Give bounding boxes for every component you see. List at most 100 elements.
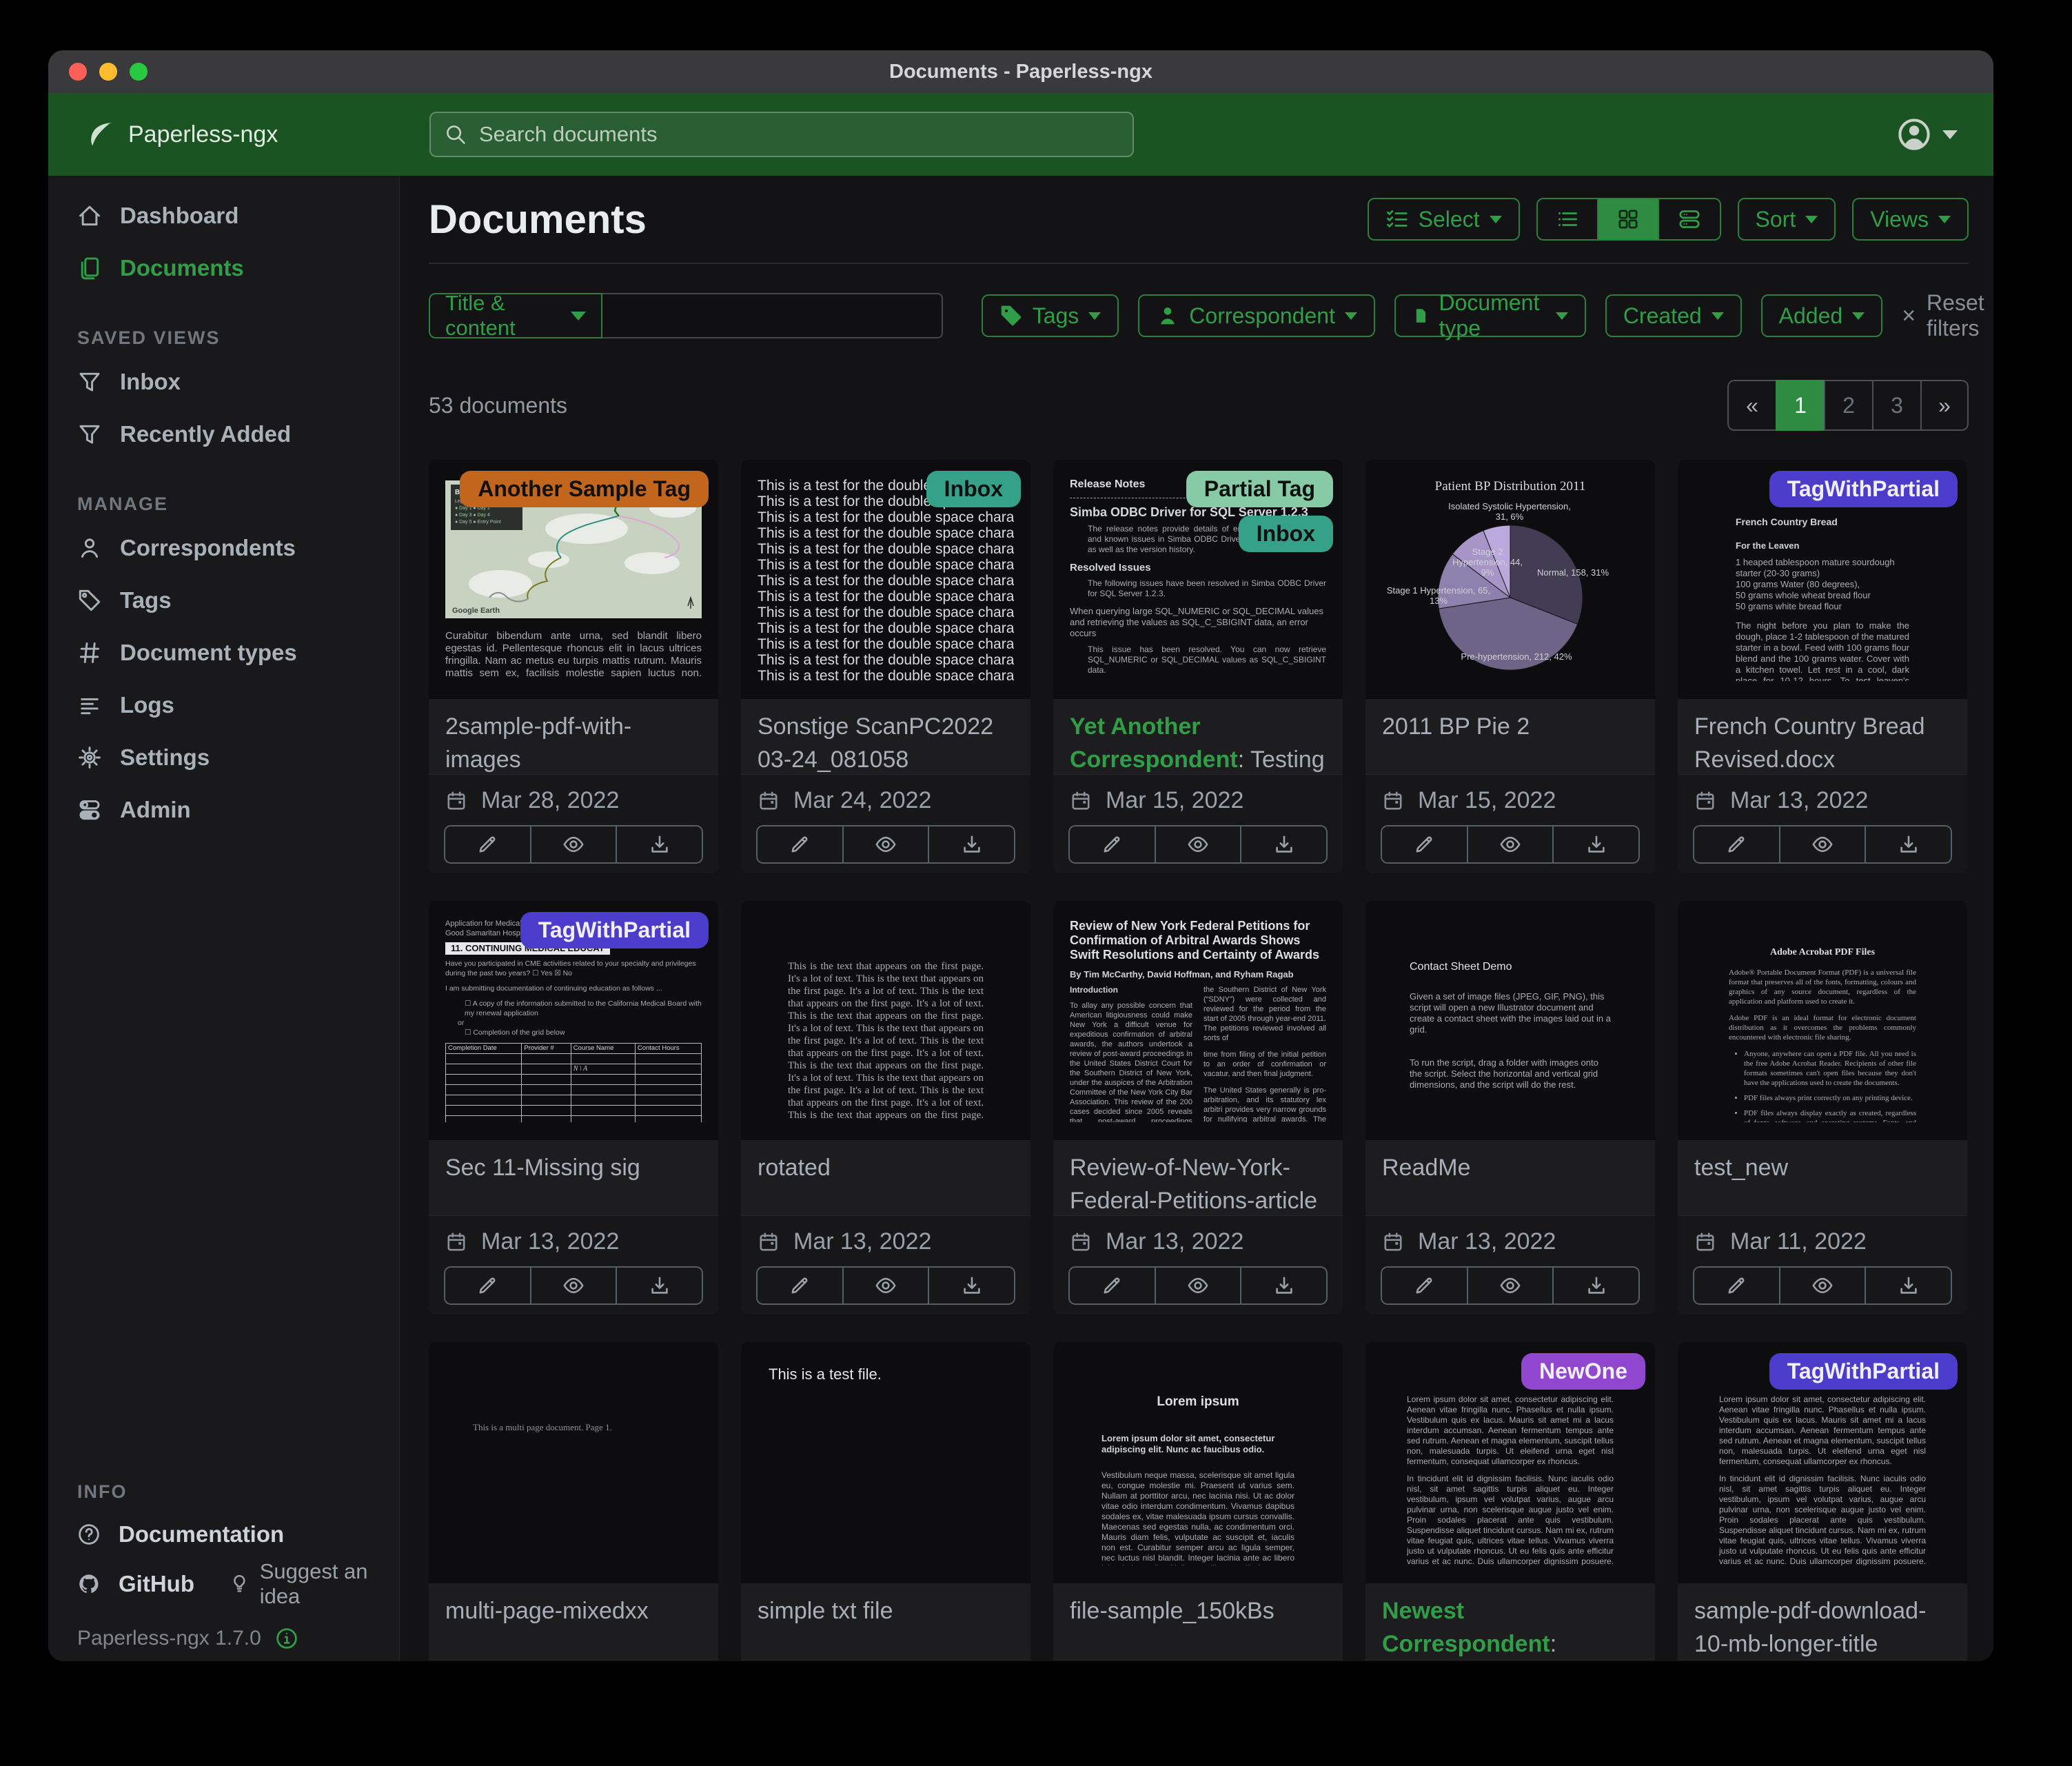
- download-document-button[interactable]: [1865, 1266, 1952, 1305]
- view-document-button[interactable]: [1467, 1266, 1553, 1305]
- view-document-button[interactable]: [1155, 825, 1241, 864]
- search-input[interactable]: [478, 121, 1119, 148]
- tag-badge[interactable]: TagWithPartial: [1769, 1353, 1958, 1390]
- list-view-button[interactable]: [1538, 199, 1598, 239]
- edit-document-button[interactable]: [1381, 1266, 1467, 1305]
- document-thumbnail[interactable]: French Country BreadFor the Leaven1 heap…: [1678, 460, 1967, 699]
- document-thumbnail[interactable]: Lorem ipsum Lorem ipsum dolor sit amet, …: [1053, 1342, 1343, 1583]
- document-title[interactable]: simple txt file: [741, 1583, 1030, 1659]
- edit-document-button[interactable]: [756, 825, 842, 864]
- sidebar-item-settings[interactable]: Settings: [48, 731, 399, 784]
- view-document-button[interactable]: [530, 1266, 616, 1305]
- view-document-button[interactable]: [1155, 1266, 1241, 1305]
- edit-document-button[interactable]: [444, 825, 530, 864]
- edit-document-button[interactable]: [1693, 825, 1779, 864]
- page-2[interactable]: 2: [1824, 380, 1872, 431]
- edit-document-button[interactable]: [1381, 825, 1467, 864]
- tags-filter-button[interactable]: Tags: [982, 294, 1119, 337]
- title-content-filter-input[interactable]: [602, 293, 943, 338]
- download-document-button[interactable]: [1240, 825, 1328, 864]
- document-thumbnail[interactable]: This is a test file.: [741, 1342, 1030, 1583]
- document-thumbnail[interactable]: Patient BP Distribution 2011Normal, 158,…: [1365, 460, 1655, 699]
- brand[interactable]: Paperless-ngx: [48, 119, 400, 150]
- document-thumbnail[interactable]: Adobe Acrobat PDF FilesAdobe® Portable D…: [1678, 901, 1967, 1140]
- document-thumbnail[interactable]: Contact Sheet DemoGiven a set of image f…: [1365, 901, 1655, 1140]
- document-title[interactable]: ReadMe: [1365, 1140, 1655, 1215]
- reset-filters-button[interactable]: × Reset filters: [1902, 290, 1988, 341]
- view-document-button[interactable]: [1779, 825, 1865, 864]
- edit-document-button[interactable]: [1068, 825, 1155, 864]
- document-title[interactable]: Yet Another Correspondent: Testing Email: [1053, 699, 1343, 774]
- sidebar-item-tags[interactable]: Tags: [48, 574, 399, 627]
- edit-document-button[interactable]: [1693, 1266, 1779, 1305]
- title-content-filter-button[interactable]: Title & content: [429, 293, 602, 338]
- download-document-button[interactable]: [1240, 1266, 1328, 1305]
- document-title[interactable]: Review-of-New-York-Federal-Petitions-art…: [1053, 1140, 1343, 1215]
- edit-document-button[interactable]: [756, 1266, 842, 1305]
- document-title[interactable]: file-sample_150kBs: [1053, 1583, 1343, 1659]
- sidebar-item-inbox[interactable]: Inbox: [48, 356, 399, 408]
- edit-document-button[interactable]: [1068, 1266, 1155, 1305]
- sort-button[interactable]: Sort: [1738, 198, 1836, 241]
- document-title[interactable]: test_new: [1678, 1140, 1967, 1215]
- download-document-button[interactable]: [928, 825, 1015, 864]
- suggest-idea-link[interactable]: Suggest an idea: [201, 1559, 399, 1609]
- view-document-button[interactable]: [530, 825, 616, 864]
- document-thumbnail[interactable]: Review of New York Federal Petitions for…: [1053, 901, 1343, 1140]
- sidebar-item-recently-added[interactable]: Recently Added: [48, 408, 399, 460]
- correspondent-filter-button[interactable]: Correspondent: [1138, 294, 1375, 337]
- grid-view-button[interactable]: [1598, 199, 1659, 239]
- minimize-window-button[interactable]: [99, 63, 117, 81]
- close-window-button[interactable]: [69, 63, 87, 81]
- document-title[interactable]: 2sample-pdf-with-images: [429, 699, 718, 774]
- download-document-button[interactable]: [1552, 1266, 1640, 1305]
- info-icon[interactable]: [275, 1627, 298, 1650]
- sidebar-item-logs[interactable]: Logs: [48, 679, 399, 731]
- document-title[interactable]: Sec 11-Missing sig: [429, 1140, 718, 1215]
- sidebar-item-admin[interactable]: Admin: [48, 784, 399, 836]
- download-document-button[interactable]: [928, 1266, 1015, 1305]
- sidebar-item-github[interactable]: GitHub: [48, 1559, 201, 1609]
- user-menu[interactable]: [1897, 93, 1958, 176]
- document-thumbnail[interactable]: Application for Medical Staff MembersGoo…: [429, 901, 718, 1140]
- sidebar-item-documentation[interactable]: Documentation: [48, 1510, 399, 1559]
- page-1[interactable]: 1: [1776, 380, 1824, 431]
- document-thumbnail[interactable]: Release NotesSimba ODBC Driver for SQL S…: [1053, 460, 1343, 699]
- views-button[interactable]: Views: [1852, 198, 1969, 241]
- page-»[interactable]: »: [1920, 380, 1969, 431]
- view-document-button[interactable]: [842, 825, 928, 864]
- document-title[interactable]: French Country Bread Revised.docx: [1678, 699, 1967, 774]
- document-thumbnail[interactable]: This is a multi page document. Page 1.: [429, 1342, 718, 1583]
- tag-badge[interactable]: Inbox: [1239, 516, 1333, 552]
- tag-badge[interactable]: TagWithPartial: [520, 912, 709, 948]
- view-document-button[interactable]: [842, 1266, 928, 1305]
- document-title[interactable]: Newest Correspondent: f_combineds: [1365, 1583, 1655, 1659]
- document-title[interactable]: sample-pdf-download-10-mb-longer-title: [1678, 1583, 1967, 1659]
- page-3[interactable]: 3: [1872, 380, 1920, 431]
- document-thumbnail[interactable]: Lorem ipsum dolor sit amet, consectetur …: [1678, 1342, 1967, 1583]
- document-title[interactable]: 2011 BP Pie 2: [1365, 699, 1655, 774]
- document-thumbnail[interactable]: This is the text that appears on the fir…: [741, 901, 1030, 1140]
- document-title[interactable]: rotated: [741, 1140, 1030, 1215]
- created-filter-button[interactable]: Created: [1605, 294, 1742, 337]
- tag-badge[interactable]: NewOne: [1521, 1353, 1645, 1390]
- tag-badge[interactable]: Inbox: [926, 471, 1021, 507]
- document-thumbnail[interactable]: This is a test for the double space char…: [741, 460, 1030, 699]
- tag-badge[interactable]: TagWithPartial: [1769, 471, 1958, 507]
- detail-view-button[interactable]: [1659, 199, 1720, 239]
- document-thumbnail[interactable]: Lorem ipsum dolor sit amet, consectetur …: [1365, 1342, 1655, 1583]
- view-document-button[interactable]: [1779, 1266, 1865, 1305]
- sidebar-item-document-types[interactable]: Document types: [48, 627, 399, 679]
- edit-document-button[interactable]: [444, 1266, 530, 1305]
- download-document-button[interactable]: [1552, 825, 1640, 864]
- download-document-button[interactable]: [616, 825, 703, 864]
- page-«[interactable]: «: [1727, 380, 1776, 431]
- tag-badge[interactable]: Another Sample Tag: [460, 471, 709, 507]
- select-button[interactable]: Select: [1368, 198, 1520, 241]
- document-title[interactable]: Sonstige ScanPC2022 03-24_081058: [741, 699, 1030, 774]
- document-title[interactable]: multi-page-mixedxx: [429, 1583, 718, 1659]
- tag-badge[interactable]: Partial Tag: [1186, 471, 1333, 507]
- sidebar-item-dashboard[interactable]: Dashboard: [48, 190, 399, 242]
- document-thumbnail[interactable]: Boundary Waters Trip Legend ● Day 1 ● Da…: [429, 460, 718, 699]
- added-filter-button[interactable]: Added: [1761, 294, 1883, 337]
